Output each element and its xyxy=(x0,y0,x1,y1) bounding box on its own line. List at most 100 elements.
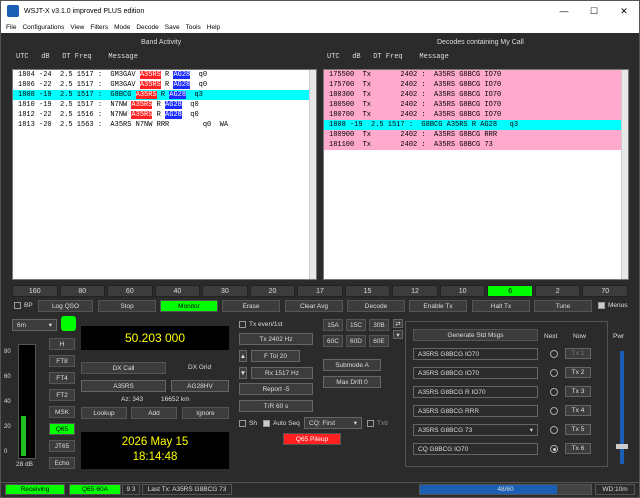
mode-button-ft2[interactable]: FT2 xyxy=(49,389,75,401)
tx6-checkbox[interactable] xyxy=(367,420,374,427)
next-radio-6[interactable] xyxy=(550,445,558,453)
monitor-button[interactable]: Monitor xyxy=(160,300,218,312)
dx-grid-input[interactable]: AG28HV xyxy=(171,380,229,392)
dx-call-input[interactable]: A35RS xyxy=(81,380,166,392)
tx-even-checkbox[interactable] xyxy=(239,321,246,328)
my-call-line[interactable]: 180700 Tx 2402 : A35RS G8BCG IO70 xyxy=(324,110,628,120)
menu-file[interactable]: File xyxy=(6,24,16,31)
my-call-pane[interactable]: 175500 Tx 2402 : A35RS G8BCG IO70 175700 … xyxy=(323,69,629,280)
band-button-2[interactable]: 2 xyxy=(534,285,581,297)
swap-icon[interactable]: ⇄ xyxy=(393,319,403,328)
add-button[interactable]: Add xyxy=(131,407,177,419)
close-button[interactable]: ✕ xyxy=(609,1,639,21)
band-activity-line[interactable]: 1810 -19 2.5 1517 : N7NW A35RS R AG28 q0 xyxy=(13,100,316,110)
menu-filters[interactable]: Filters xyxy=(90,24,108,31)
band-activity-pane[interactable]: 1804 -24 2.5 1517 : GM3GAV A35RS R AG28 … xyxy=(12,69,317,280)
band-activity-line[interactable]: 1804 -24 2.5 1517 : GM3GAV A35RS R AG28 … xyxy=(13,70,316,80)
mode-button-jt65[interactable]: JT65 xyxy=(49,440,75,452)
auto-seq-checkbox[interactable] xyxy=(263,420,270,427)
tr-spinbox[interactable]: T/R 60 s xyxy=(239,400,313,412)
mode-button-q65[interactable]: Q65 xyxy=(49,423,75,435)
submode-button-30b[interactable]: 30B xyxy=(369,319,389,331)
my-call-line[interactable]: 180500 Tx 2402 : A35RS G8BCG IO70 xyxy=(324,100,628,110)
my-call-line[interactable]: 180300 Tx 2402 : A35RS G8BCG IO70 xyxy=(324,90,628,100)
band-button-10[interactable]: 10 xyxy=(439,285,486,297)
band-button-70[interactable]: 70 xyxy=(582,285,628,297)
my-call-line[interactable]: 181100 Tx 2402 : A35RS G8BCG 73 xyxy=(324,140,628,150)
mode-button-echo[interactable]: Echo xyxy=(49,457,75,469)
tx-message-field-5[interactable]: A35RS G8BCG 73 ▾ xyxy=(413,424,538,436)
clear-avg-button[interactable]: Clear Avg xyxy=(285,300,343,312)
band-button-20[interactable]: 20 xyxy=(249,285,296,297)
menu-tools[interactable]: Tools xyxy=(186,24,201,31)
bp-checkbox[interactable] xyxy=(14,302,21,309)
down-icon[interactable]: ▾ xyxy=(393,330,403,339)
next-radio-4[interactable] xyxy=(550,407,558,415)
tune-button[interactable]: Tune xyxy=(534,300,592,312)
cq-select[interactable]: CQ: First ▾ xyxy=(304,417,362,429)
erase-button[interactable]: Erase xyxy=(222,300,280,312)
tx-message-field-2[interactable]: A35RS G8BCG IO70 xyxy=(413,367,538,379)
band-activity-line[interactable]: 1806 -22 2.5 1517 : GM3GAV A35RS R AG28 … xyxy=(13,80,316,90)
band-button-12[interactable]: 12 xyxy=(392,285,438,297)
ftol-spinbox[interactable]: F Tol 20 xyxy=(251,350,300,362)
tx-now-button-2[interactable]: Tx 2 xyxy=(565,367,591,378)
tx-now-button-3[interactable]: Tx 3 xyxy=(565,386,591,397)
tx-message-field-1[interactable]: A35RS G8BCG IO70 xyxy=(413,348,538,360)
menu-view[interactable]: View xyxy=(70,24,84,31)
band-button-40[interactable]: 40 xyxy=(154,285,201,297)
my-call-line[interactable]: 175700 Tx 2402 : A35RS G8BCG IO70 xyxy=(324,80,628,90)
tx-now-button-1[interactable]: Tx 1 xyxy=(565,348,591,359)
mode-button-ft4[interactable]: FT4 xyxy=(49,372,75,384)
mode-button-h[interactable]: H xyxy=(49,338,75,350)
menu-decode[interactable]: Decode xyxy=(136,24,158,31)
band-activity-scrollbar[interactable] xyxy=(309,70,316,279)
sh-checkbox[interactable] xyxy=(239,420,246,427)
tx-message-field-3[interactable]: A35RS G8BCG R IO70 xyxy=(413,386,538,398)
band-button-60[interactable]: 60 xyxy=(107,285,153,297)
band-button-80[interactable]: 80 xyxy=(59,285,106,297)
ignore-button[interactable]: Ignore xyxy=(182,407,229,419)
tx-freq-spinbox[interactable]: Tx 2402 Hz xyxy=(239,333,313,345)
menu-configurations[interactable]: Configurations xyxy=(22,24,64,31)
generate-std-msgs-button[interactable]: Generate Std Msgs xyxy=(413,329,538,341)
tx-now-button-4[interactable]: Tx 4 xyxy=(565,405,591,416)
band-activity-line[interactable]: 1813 -20 2.5 1563 : A35RS N7NW RRR q0 WA xyxy=(13,120,316,130)
tx-message-field-6[interactable]: CQ G8BCG IO70 xyxy=(413,443,538,455)
my-call-line[interactable]: 1808 -19 2.5 1517 : G8BCG A35RS R AG28 q… xyxy=(324,120,628,130)
my-call-line[interactable]: 180900 Tx 2402 : A35RS G8BCG RRR xyxy=(324,130,628,140)
tx-now-button-6[interactable]: Tx 6 xyxy=(565,443,591,454)
band-select[interactable]: 6m ▾ xyxy=(12,319,57,331)
submode-button-60e[interactable]: 60E xyxy=(369,335,389,347)
lookup-button[interactable]: Lookup xyxy=(81,407,127,419)
submode-button-15c[interactable]: 15C xyxy=(346,319,366,331)
my-call-line[interactable]: 175500 Tx 2402 : A35RS G8BCG IO70 xyxy=(324,70,628,80)
submode-button-60c[interactable]: 60C xyxy=(323,335,343,347)
tx-now-button-5[interactable]: Tx 5 xyxy=(565,424,591,435)
menu-save[interactable]: Save xyxy=(165,24,180,31)
next-radio-1[interactable] xyxy=(550,350,558,358)
tx-down-arrow[interactable]: ▼ xyxy=(239,367,247,379)
minimize-button[interactable]: — xyxy=(549,1,579,21)
my-call-scrollbar[interactable] xyxy=(621,70,628,279)
menu-help[interactable]: Help xyxy=(207,24,220,31)
halt-tx-button[interactable]: Halt Tx xyxy=(472,300,530,312)
band-button-15[interactable]: 15 xyxy=(344,285,391,297)
band-button-30[interactable]: 30 xyxy=(202,285,248,297)
maximize-button[interactable]: ☐ xyxy=(579,1,609,21)
band-activity-line[interactable]: 1812 -22 2.5 1516 : N7NW A35RS R AG28 q0 xyxy=(13,110,316,120)
q65-pileup-button[interactable]: Q65 Pileup xyxy=(283,433,341,445)
band-activity-line[interactable]: 1808 -19 2.5 1517 : G8BCG A35RS R AG28 q… xyxy=(13,90,316,100)
report-spinbox[interactable]: Report -5 xyxy=(239,383,313,395)
decode-button[interactable]: Decode xyxy=(347,300,405,312)
submode-select[interactable]: Submode A xyxy=(323,359,381,371)
band-button-6[interactable]: 6 xyxy=(487,285,533,297)
log-qso-button[interactable]: Log QSO xyxy=(38,300,93,312)
rx-freq-spinbox[interactable]: Rx 1517 Hz xyxy=(251,367,313,379)
mode-button-ft8[interactable]: FT8 xyxy=(49,355,75,367)
max-drift-spinbox[interactable]: Max Drift 0 xyxy=(323,376,381,388)
power-slider-handle[interactable] xyxy=(616,444,628,449)
menu-mode[interactable]: Mode xyxy=(114,24,130,31)
band-button-160[interactable]: 160 xyxy=(12,285,58,297)
dx-call-button[interactable]: DX Call xyxy=(81,362,166,374)
